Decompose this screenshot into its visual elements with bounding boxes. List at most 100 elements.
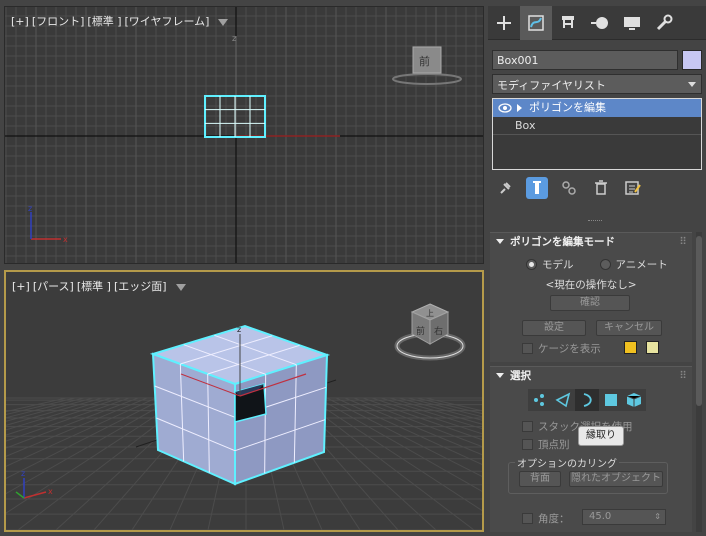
polygon-icon: [604, 394, 617, 406]
object-name-field[interactable]: [492, 50, 678, 70]
corner-z-label: z: [28, 204, 32, 213]
configure-modifier-sets-button[interactable]: [622, 177, 644, 199]
viewport-standard-menu[interactable]: [標準 ]: [87, 13, 121, 29]
radio-animate[interactable]: アニメート: [599, 257, 668, 272]
scrollbar-thumb[interactable]: [696, 236, 702, 406]
cage-color-swatch-1[interactable]: [624, 341, 637, 354]
tab-modify[interactable]: [520, 6, 552, 40]
polygon-level-button[interactable]: [599, 389, 623, 411]
corner-x-axis: [23, 491, 47, 499]
by-vertex-checkbox[interactable]: 頂点別: [522, 437, 570, 452]
rollout-selection: 選択 ⠿ スタック選択を使用 頂点別 縁取り オプションのカリング 背: [490, 366, 692, 532]
checkbox-box[interactable]: [522, 343, 533, 354]
modifier-stack[interactable]: ポリゴンを編集 Box: [492, 98, 702, 170]
viewport-menu-plus[interactable]: [+]: [12, 280, 30, 293]
angle-value: 45.0: [589, 511, 612, 522]
viewport-front[interactable]: z 前 x z [+] [フロント] [標準 ] [ワイヤフレーム]: [4, 6, 484, 264]
tab-hierarchy[interactable]: [552, 6, 584, 40]
checkbox-box[interactable]: [522, 421, 533, 432]
radio-label: アニメート: [615, 259, 668, 271]
corner-z-label: z: [21, 469, 25, 478]
tab-utilities[interactable]: [648, 6, 680, 40]
vertex-level-button[interactable]: [528, 389, 552, 411]
show-cage-checkbox[interactable]: ケージを表示: [522, 341, 601, 356]
eye-icon[interactable]: [498, 103, 512, 113]
radio-label: モデル: [542, 259, 574, 271]
viewport-perspective[interactable]: z 上前右 z x [+] [パース] [標準 ] [エッジ面]: [4, 270, 484, 532]
remove-modifier-button[interactable]: [590, 177, 612, 199]
corner-x-label: x: [63, 235, 68, 244]
collapse-icon: [496, 239, 504, 244]
tooltip-border: 縁取り: [578, 426, 624, 446]
stack-item-edit-poly[interactable]: ポリゴンを編集: [493, 99, 701, 117]
command-panel-tabs: [488, 6, 706, 40]
perspective-viewport-canvas[interactable]: z 上前 右 z x: [6, 272, 482, 530]
make-unique-icon: [562, 181, 576, 195]
plus-icon: [497, 16, 511, 30]
front-viewport-canvas[interactable]: z 前 x z: [5, 7, 484, 264]
back-face-button[interactable]: 背面: [519, 471, 561, 487]
viewport-front-label[interactable]: [+] [フロント] [標準 ] [ワイヤフレーム]: [11, 13, 229, 29]
checkbox-box[interactable]: [522, 513, 533, 524]
checkbox-box[interactable]: [522, 439, 533, 450]
tab-motion[interactable]: [584, 6, 616, 40]
stack-tools: [492, 176, 702, 200]
element-level-button[interactable]: [622, 389, 646, 411]
radio-dot[interactable]: [526, 259, 537, 270]
pin-stack-button[interactable]: [494, 177, 516, 199]
cage-color-swatch-2[interactable]: [646, 341, 659, 354]
hierarchy-icon: [562, 16, 574, 28]
settings-button[interactable]: 設定: [522, 320, 586, 336]
modifier-list-dropdown[interactable]: モディファイヤリスト: [492, 74, 702, 94]
viewport-menu-plus[interactable]: [+]: [11, 15, 29, 28]
gizmo-z-label: z: [232, 34, 236, 43]
viewport-view-menu[interactable]: [フロント]: [32, 13, 85, 29]
viewport-view-menu[interactable]: [パース]: [33, 278, 74, 294]
pin-icon: [500, 182, 511, 194]
checkbox-label: 頂点別: [538, 439, 570, 451]
object-color-swatch[interactable]: [682, 50, 702, 70]
vertex-icon: [533, 394, 544, 406]
angle-spinner[interactable]: 45.0 ⇕: [582, 509, 666, 525]
expand-arrow-icon[interactable]: [517, 104, 522, 112]
edge-level-button[interactable]: [552, 389, 576, 411]
make-unique-button[interactable]: [558, 177, 580, 199]
trash-icon: [595, 180, 607, 195]
current-operation-text: <現在の操作なし>: [545, 279, 637, 291]
viewport-shading-menu[interactable]: [ワイヤフレーム]: [125, 13, 210, 29]
angle-checkbox[interactable]: 角度：: [522, 511, 570, 526]
spinner-arrows-icon[interactable]: ⇕: [654, 510, 661, 524]
monitor-icon: [624, 17, 640, 30]
border-level-button[interactable]: [575, 389, 599, 411]
grip-icon: ⠿: [679, 236, 687, 248]
modify-icon: [528, 15, 544, 31]
command-panel: モディファイヤリスト ポリゴンを編集 Box ポリ: [488, 6, 706, 536]
panel-divider[interactable]: [588, 220, 602, 223]
corner-x-label: x: [48, 487, 53, 496]
viewcube-right-label: 右: [434, 325, 443, 337]
stack-item-box[interactable]: Box: [493, 117, 701, 135]
tab-create[interactable]: [488, 6, 520, 40]
viewport-shading-menu[interactable]: [エッジ面]: [114, 278, 167, 294]
show-end-result-button[interactable]: [526, 177, 548, 199]
hidden-objects-button[interactable]: 隠れたオブジェクト: [569, 471, 663, 487]
rollout-selection-header[interactable]: 選択 ⠿: [490, 367, 692, 385]
end-result-icon: [533, 181, 541, 194]
radio-dot[interactable]: [599, 259, 611, 270]
rollout-title: 選択: [510, 370, 531, 382]
tab-display[interactable]: [616, 6, 648, 40]
filter-icon[interactable]: [175, 283, 186, 291]
rollout-edit-poly-mode-header[interactable]: ポリゴンを編集モード ⠿: [490, 233, 692, 251]
confirm-button[interactable]: 確認: [550, 295, 630, 311]
filter-icon[interactable]: [218, 18, 229, 26]
rollout-edit-poly-mode: ポリゴンを編集モード ⠿ モデル アニメート <現在の操作なし> 確認 設定 キ…: [490, 232, 692, 362]
viewport-perspective-label[interactable]: [+] [パース] [標準 ] [エッジ面]: [12, 278, 186, 294]
cancel-button[interactable]: キャンセル: [596, 320, 662, 336]
panel-scrollbar[interactable]: [696, 232, 702, 532]
mode-radio-group: モデル アニメート: [526, 257, 668, 272]
radio-model[interactable]: モデル: [526, 257, 574, 272]
modifier-list-label: モディファイヤリスト: [497, 79, 606, 92]
viewcube-front-label: 前: [419, 54, 430, 68]
viewport-standard-menu[interactable]: [標準 ]: [77, 278, 111, 294]
group-label: オプションのカリング: [515, 455, 619, 470]
